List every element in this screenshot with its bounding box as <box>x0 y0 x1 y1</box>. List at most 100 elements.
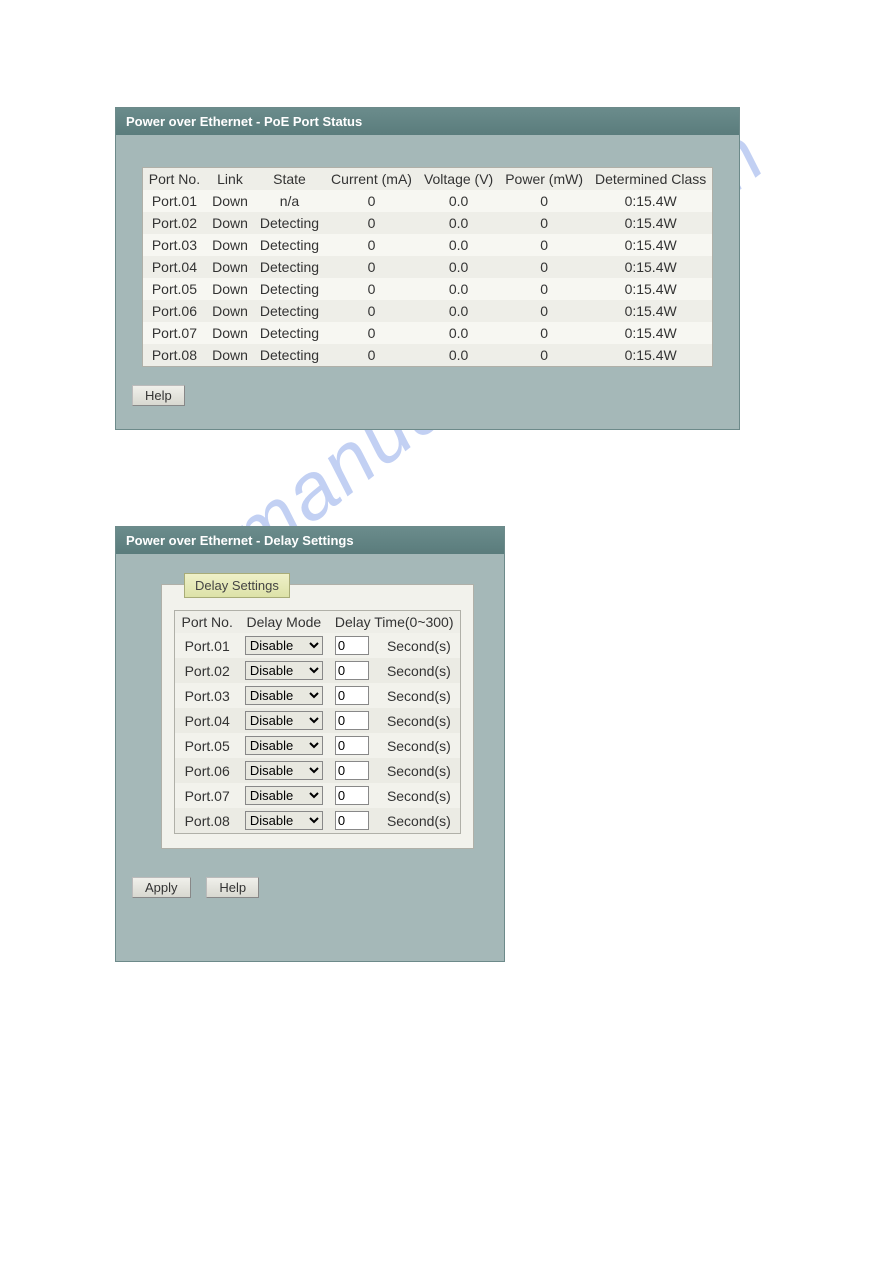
cell-port: Port.02 <box>142 212 206 234</box>
delay-time-input[interactable] <box>335 636 369 655</box>
port-status-table: Port No. Link State Current (mA) Voltage… <box>142 167 714 367</box>
cell-mode: Disable <box>239 633 329 658</box>
cell-time <box>329 708 378 733</box>
cell-current: 0 <box>325 300 418 322</box>
col-mode: Delay Mode <box>239 611 329 634</box>
fieldset-legend: Delay Settings <box>184 573 290 598</box>
delay-time-input[interactable] <box>335 736 369 755</box>
cell-state: n/a <box>254 190 325 212</box>
poe-port-status-panel: Power over Ethernet - PoE Port Status Po… <box>115 107 740 430</box>
col-state: State <box>254 168 325 191</box>
table-row: Port.04 Disable Second(s) <box>175 708 460 733</box>
cell-port: Port.02 <box>175 658 239 683</box>
cell-power: 0 <box>499 278 589 300</box>
delay-time-input[interactable] <box>335 811 369 830</box>
delay-settings-table: Port No. Delay Mode Delay Time(0~300) Po… <box>174 610 460 834</box>
cell-port: Port.06 <box>142 300 206 322</box>
cell-port: Port.06 <box>175 758 239 783</box>
table-row: Port.02DownDetecting00.000:15.4W <box>142 212 713 234</box>
table-row: Port.01DisableSecond(s) <box>175 633 460 658</box>
table-row: Port.04DownDetecting00.000:15.4W <box>142 256 713 278</box>
cell-current: 0 <box>325 256 418 278</box>
cell-mode: Disable <box>239 658 329 683</box>
cell-class: 0:15.4W <box>589 190 713 212</box>
cell-time <box>329 758 378 783</box>
cell-port: Port.04 <box>142 256 206 278</box>
col-current: Current (mA) <box>325 168 418 191</box>
delay-mode-select[interactable]: Disable <box>245 811 323 830</box>
delay-time-input[interactable] <box>335 786 369 805</box>
cell-link: Down <box>206 300 254 322</box>
cell-port: Port.01 <box>142 190 206 212</box>
cell-current: 0 <box>325 322 418 344</box>
delay-time-input[interactable] <box>335 686 369 705</box>
cell-time <box>329 683 378 708</box>
table-row: Port.06DownDetecting00.000:15.4W <box>142 300 713 322</box>
cell-current: 0 <box>325 212 418 234</box>
cell-class: 0:15.4W <box>589 300 713 322</box>
cell-power: 0 <box>499 322 589 344</box>
cell-mode: Disable <box>239 758 329 783</box>
cell-link: Down <box>206 256 254 278</box>
delay-mode-select[interactable]: Disable <box>245 711 323 730</box>
cell-state: Detecting <box>254 278 325 300</box>
table-row: Port.07 Disable Second(s) <box>175 783 460 808</box>
cell-class: 0:15.4W <box>589 344 713 367</box>
delay-time-input[interactable] <box>335 711 369 730</box>
seconds-suffix: Second(s) <box>378 658 460 683</box>
cell-current: 0 <box>325 278 418 300</box>
table-row: Port.03DisableSecond(s) <box>175 683 460 708</box>
seconds-suffix: Second(s) <box>378 708 460 733</box>
cell-time <box>329 733 378 758</box>
cell-link: Down <box>206 212 254 234</box>
table-row: Port.03DownDetecting00.000:15.4W <box>142 234 713 256</box>
delay-mode-select[interactable]: Disable <box>245 736 323 755</box>
col-class: Determined Class <box>589 168 713 191</box>
col-link: Link <box>206 168 254 191</box>
cell-power: 0 <box>499 256 589 278</box>
cell-power: 0 <box>499 190 589 212</box>
cell-state: Detecting <box>254 322 325 344</box>
cell-voltage: 0.0 <box>418 212 499 234</box>
cell-voltage: 0.0 <box>418 344 499 367</box>
delay-mode-select[interactable]: Disable <box>245 786 323 805</box>
table-row: Port.06DisableSecond(s) <box>175 758 460 783</box>
delay-mode-select[interactable]: Disable <box>245 636 323 655</box>
cell-current: 0 <box>325 344 418 367</box>
cell-state: Detecting <box>254 300 325 322</box>
cell-link: Down <box>206 278 254 300</box>
cell-time <box>329 783 378 808</box>
cell-port: Port.07 <box>175 783 239 808</box>
delay-settings-panel: Power over Ethernet - Delay Settings Del… <box>115 526 505 962</box>
cell-time <box>329 633 378 658</box>
cell-class: 0:15.4W <box>589 256 713 278</box>
table-row: Port.08DownDetecting00.000:15.4W <box>142 344 713 367</box>
delay-mode-select[interactable]: Disable <box>245 661 323 680</box>
seconds-suffix: Second(s) <box>378 733 460 758</box>
delay-mode-select[interactable]: Disable <box>245 686 323 705</box>
delay-settings-fieldset: Delay Settings Port No. Delay Mode Delay… <box>161 584 474 849</box>
cell-voltage: 0.0 <box>418 256 499 278</box>
col-voltage: Voltage (V) <box>418 168 499 191</box>
apply-button[interactable]: Apply <box>132 877 191 898</box>
seconds-suffix: Second(s) <box>378 808 460 834</box>
cell-power: 0 <box>499 212 589 234</box>
delay-mode-select[interactable]: Disable <box>245 761 323 780</box>
cell-power: 0 <box>499 344 589 367</box>
table-row: Port.02 Disable Second(s) <box>175 658 460 683</box>
cell-mode: Disable <box>239 683 329 708</box>
help-button[interactable]: Help <box>206 877 259 898</box>
panel-title: Power over Ethernet - Delay Settings <box>116 527 504 554</box>
cell-port: Port.08 <box>175 808 239 834</box>
cell-voltage: 0.0 <box>418 278 499 300</box>
cell-mode: Disable <box>239 808 329 834</box>
cell-port: Port.04 <box>175 708 239 733</box>
seconds-suffix: Second(s) <box>378 783 460 808</box>
cell-port: Port.08 <box>142 344 206 367</box>
cell-voltage: 0.0 <box>418 300 499 322</box>
delay-time-input[interactable] <box>335 761 369 780</box>
delay-time-input[interactable] <box>335 661 369 680</box>
help-button[interactable]: Help <box>132 385 185 406</box>
cell-mode: Disable <box>239 783 329 808</box>
cell-state: Detecting <box>254 212 325 234</box>
